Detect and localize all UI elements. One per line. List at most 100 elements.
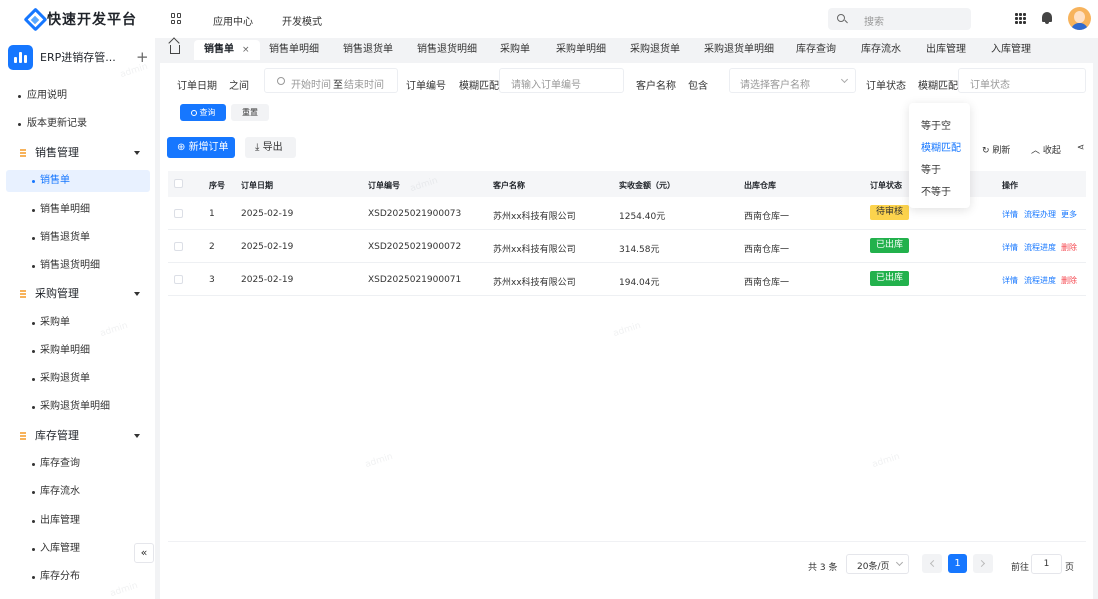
action-delete[interactable]: 删除	[1061, 275, 1077, 286]
action-detail[interactable]: 详情	[1002, 275, 1018, 286]
sidebar-item-purchase-order[interactable]: 采购单	[0, 312, 155, 334]
avatar[interactable]	[1068, 7, 1091, 30]
add-icon[interactable]: +	[136, 50, 149, 65]
row-checkbox[interactable]	[174, 242, 183, 251]
row-checkbox[interactable]	[174, 275, 183, 284]
date-range-input[interactable]: 开始时间 至 结束时间	[264, 68, 398, 93]
sidebar-item-outbound[interactable]: 出库管理	[0, 510, 155, 532]
close-icon[interactable]: ×	[242, 45, 250, 55]
order-no-input[interactable]: 请输入订单编号	[499, 68, 624, 93]
sidebar-group-purchase[interactable]: 采购管理	[0, 283, 155, 305]
filter-status-operator[interactable]: 模糊匹配	[918, 77, 958, 92]
menu-grid-icon[interactable]	[171, 13, 182, 24]
sidebar-item-sales-order[interactable]: 销售单	[6, 170, 150, 192]
action-delete[interactable]: 删除	[1061, 242, 1077, 253]
query-button[interactable]: 查询	[180, 104, 226, 121]
sidebar-item-sales-order-detail[interactable]: 销售单明细	[0, 199, 155, 221]
share-icon[interactable]: ⋖	[1077, 143, 1085, 153]
table-row[interactable]: 3 2025-02-19 XSD2025021900071 苏州xx科技有限公司…	[168, 263, 1086, 296]
tab-purchase-return[interactable]: 采购退货单	[630, 40, 680, 60]
bell-icon[interactable]	[1042, 12, 1052, 24]
page-number-current[interactable]: 1	[948, 554, 967, 573]
sidebar-group-sales[interactable]: 销售管理	[0, 142, 155, 164]
page-size-select[interactable]: 20条/页	[846, 554, 909, 574]
sidebar-item-app-intro[interactable]: 应用说明	[0, 85, 155, 107]
page-tabs: 销售单 × 销售单明细 销售退货单 销售退货明细 采购单 采购单明细 采购退货单 …	[160, 40, 1098, 60]
chevron-down-icon	[134, 151, 140, 155]
status-input[interactable]: 订单状态	[958, 68, 1086, 93]
sidebar-item-inbound[interactable]: 入库管理	[0, 538, 155, 560]
tab-inbound[interactable]: 入库管理	[991, 40, 1031, 60]
row-checkbox[interactable]	[174, 209, 183, 218]
tab-sales-return[interactable]: 销售退货单	[343, 40, 393, 60]
tab-sales-order[interactable]: 销售单 ×	[194, 40, 260, 60]
sidebar-item-stock-flow[interactable]: 库存流水	[0, 481, 155, 503]
tab-purchase-order[interactable]: 采购单	[500, 40, 530, 60]
cell-date: 2025-02-19	[241, 275, 294, 285]
sidebar-item-sales-return-detail[interactable]: 销售退货明细	[0, 255, 155, 277]
reset-button[interactable]: 重置	[231, 104, 269, 121]
select-all-checkbox[interactable]	[174, 179, 183, 188]
add-order-button[interactable]: ⊕ 新增订单	[167, 137, 235, 158]
search-placeholder: 搜索	[864, 17, 884, 28]
column-header: 订单编号	[368, 181, 400, 190]
action-progress[interactable]: 流程进度	[1024, 242, 1056, 253]
cell-date: 2025-02-19	[241, 209, 294, 219]
filter-order-no-operator[interactable]: 模糊匹配	[459, 77, 499, 92]
sidebar-item-stock-query[interactable]: 库存查询	[0, 453, 155, 475]
sidebar-item-purchase-return-detail[interactable]: 采购退货单明细	[0, 396, 155, 418]
option-fuzzy-match[interactable]: 模糊匹配	[921, 139, 961, 154]
prev-page-button[interactable]	[922, 554, 942, 573]
filter-date-operator[interactable]: 之间	[229, 77, 249, 92]
goto-page-input[interactable]: 1	[1031, 554, 1062, 574]
apps-icon[interactable]	[1015, 13, 1026, 24]
cell-amount: 314.58元	[619, 245, 660, 255]
status-badge: 待审核	[870, 205, 910, 220]
sidebar-item-changelog[interactable]: 版本更新记录	[0, 113, 155, 135]
download-icon: ⤓	[255, 142, 263, 153]
column-header: 出库仓库	[744, 181, 776, 190]
filter-date-label: 订单日期	[177, 81, 217, 92]
app-header[interactable]: ERP进销存管...	[8, 44, 116, 70]
menu-group-icon	[20, 290, 26, 298]
filter-status-label: 订单状态	[866, 81, 906, 92]
cell-order-no: XSD2025021900071	[368, 275, 462, 285]
search-input[interactable]: 搜索	[828, 8, 971, 30]
sidebar-group-inventory[interactable]: 库存管理	[0, 425, 155, 447]
sidebar-item-purchase-return[interactable]: 采购退货单	[0, 368, 155, 390]
customer-select[interactable]: 请选择客户名称	[729, 68, 856, 93]
option-is-empty[interactable]: 等于空	[921, 117, 951, 132]
home-icon[interactable]	[170, 45, 180, 54]
tab-outbound[interactable]: 出库管理	[926, 40, 966, 60]
filter-customer-operator[interactable]: 包含	[688, 77, 708, 92]
tab-sales-return-detail[interactable]: 销售退货明细	[417, 40, 477, 60]
sidebar-item-purchase-order-detail[interactable]: 采购单明细	[0, 340, 155, 362]
option-equals[interactable]: 等于	[921, 161, 941, 176]
sidebar-item-sales-return[interactable]: 销售退货单	[0, 227, 155, 249]
sidebar-item-stock-distribution[interactable]: 库存分布	[0, 566, 155, 588]
export-button[interactable]: ⤓ 导出	[245, 137, 296, 158]
refresh-icon: ↻	[982, 146, 993, 156]
tab-stock-flow[interactable]: 库存流水	[861, 40, 901, 60]
tab-purchase-order-detail[interactable]: 采购单明细	[556, 40, 606, 60]
cell-amount: 1254.40元	[619, 212, 666, 222]
tab-stock-query[interactable]: 库存查询	[796, 40, 836, 60]
divider	[168, 541, 1086, 542]
action-detail[interactable]: 详情	[1002, 209, 1018, 220]
platform-logo[interactable]: 快速开发平台	[24, 9, 137, 29]
tab-sales-order-detail[interactable]: 销售单明细	[269, 40, 319, 60]
nav-app-center[interactable]: 应用中心	[213, 13, 253, 28]
option-not-equals[interactable]: 不等于	[921, 183, 951, 198]
next-page-button[interactable]	[973, 554, 993, 573]
action-detail[interactable]: 详情	[1002, 242, 1018, 253]
action-progress[interactable]: 流程进度	[1024, 275, 1056, 286]
action-more[interactable]: 更多	[1061, 209, 1077, 220]
cell-customer: 苏州xx科技有限公司	[493, 212, 576, 222]
table-row[interactable]: 2 2025-02-19 XSD2025021900072 苏州xx科技有限公司…	[168, 230, 1086, 263]
action-process[interactable]: 流程办理	[1024, 209, 1056, 220]
collapse-button[interactable]: ︿ 收起	[1031, 143, 1061, 156]
sidebar-collapse-button[interactable]: «	[134, 543, 154, 563]
refresh-button[interactable]: ↻ 刷新	[982, 143, 1010, 156]
nav-dev-mode[interactable]: 开发模式	[282, 13, 322, 28]
tab-purchase-return-detail[interactable]: 采购退货单明细	[704, 40, 774, 60]
